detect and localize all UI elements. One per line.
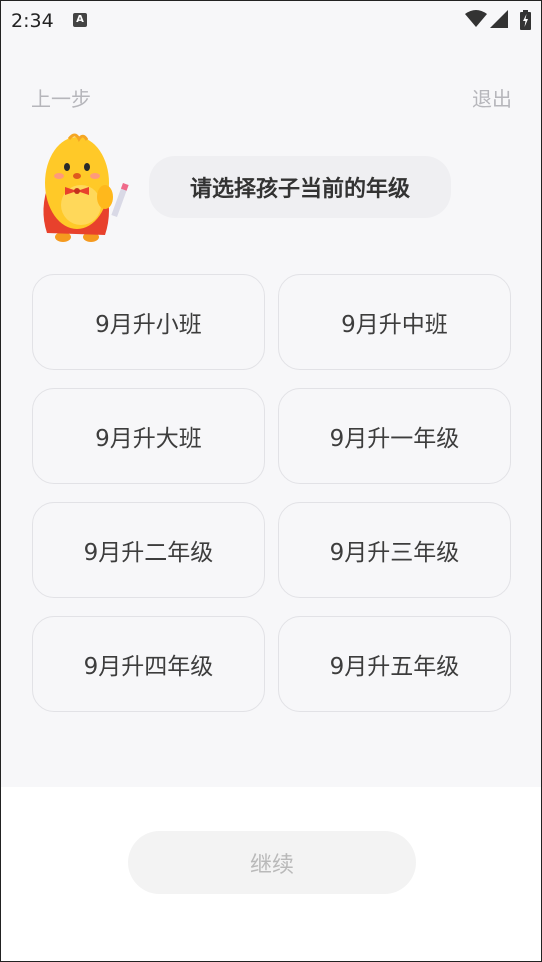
wifi-icon xyxy=(465,10,487,27)
grade-option-8[interactable]: 9月升五年级 xyxy=(278,616,511,712)
battery-charging-icon xyxy=(520,10,531,30)
a-notification-icon: A xyxy=(73,13,87,27)
signal-icon xyxy=(490,10,508,28)
status-time: 2:34 xyxy=(11,10,54,32)
grade-options: 9月升小班 9月升中班 9月升大班 9月升一年级 9月升二年级 9月升三年级 9… xyxy=(32,274,512,712)
status-bar: 2:34 A xyxy=(1,1,541,41)
grade-option-2[interactable]: 9月升中班 xyxy=(278,274,511,370)
grade-option-6[interactable]: 9月升三年级 xyxy=(278,502,511,598)
grade-option-3[interactable]: 9月升大班 xyxy=(32,388,265,484)
prompt-text: 请选择孩子当前的年级 xyxy=(189,177,410,202)
previous-step-button[interactable]: 上一步 xyxy=(31,83,91,112)
app-screen: 2:34 A 上一步 退出 请选择孩子当前的年级 9月升小班 9月升中班 9月升… xyxy=(0,0,542,962)
grade-option-4[interactable]: 9月升一年级 xyxy=(278,388,511,484)
grade-option-7[interactable]: 9月升四年级 xyxy=(32,616,265,712)
prompt-bubble: 请选择孩子当前的年级 xyxy=(149,156,451,218)
exit-button[interactable]: 退出 xyxy=(472,83,512,112)
chick-mascot-image xyxy=(43,133,129,242)
grade-option-1[interactable]: 9月升小班 xyxy=(32,274,265,370)
continue-button[interactable]: 继续 xyxy=(128,831,416,894)
grade-option-5[interactable]: 9月升二年级 xyxy=(32,502,265,598)
